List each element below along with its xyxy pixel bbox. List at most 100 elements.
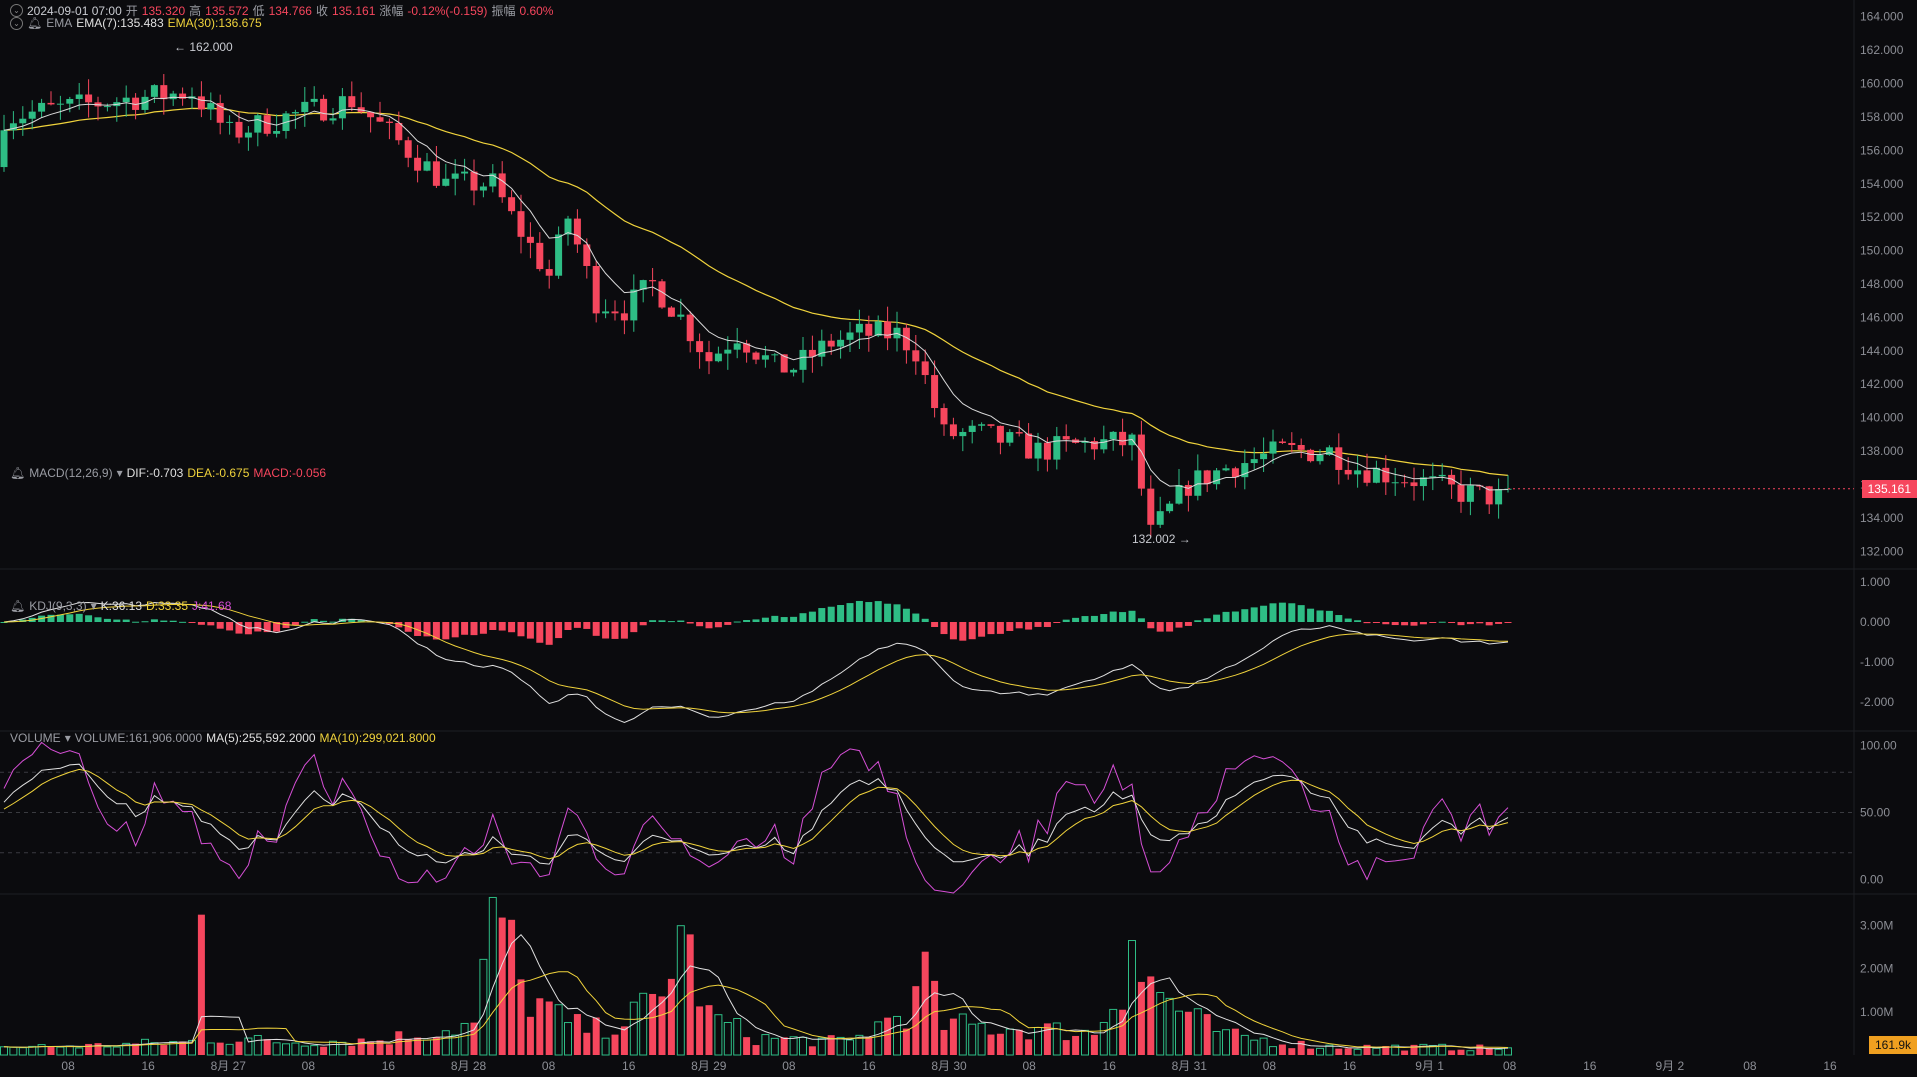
macd-histogram-bar bbox=[85, 615, 93, 622]
macd-histogram-bar bbox=[498, 622, 506, 631]
macd-histogram-bar bbox=[1166, 622, 1174, 632]
volume-bar bbox=[573, 1014, 581, 1055]
time-tick-label: 08 bbox=[302, 1059, 316, 1073]
macd-histogram-bar bbox=[1297, 605, 1305, 622]
candle-body bbox=[987, 424, 995, 426]
volume-bar bbox=[1494, 1048, 1503, 1056]
macd-histogram-bar bbox=[1175, 622, 1183, 628]
ema30-line bbox=[3, 107, 1509, 476]
bell-icon[interactable]: 🔔︎ bbox=[27, 16, 42, 30]
macd-histogram-bar bbox=[884, 603, 892, 622]
macd-histogram-bar bbox=[761, 617, 769, 622]
macd-histogram-bar bbox=[1476, 622, 1484, 624]
macd-histogram-bar bbox=[1184, 622, 1192, 626]
macd-histogram-bar bbox=[1081, 616, 1089, 622]
candle-body bbox=[837, 339, 845, 347]
volume-bar bbox=[931, 980, 939, 1055]
volume-bar bbox=[1504, 1047, 1512, 1056]
candle-body bbox=[649, 280, 657, 282]
macd-histogram-bar bbox=[1316, 610, 1324, 622]
volume-bar bbox=[28, 1045, 37, 1056]
volume-bar bbox=[320, 1046, 328, 1055]
macd-histogram-bar bbox=[94, 617, 102, 622]
volume-bar bbox=[1052, 1022, 1061, 1056]
kdj-indicator-name[interactable]: KDJ(9,3,3) bbox=[29, 599, 86, 613]
volume-bar bbox=[300, 1045, 309, 1056]
price-tick-label: 134.000 bbox=[1860, 511, 1904, 525]
macd-histogram-bar bbox=[667, 621, 675, 623]
price-tick-label: 132.000 bbox=[1860, 544, 1904, 558]
candle-body bbox=[1316, 454, 1324, 462]
volume-indicator-name[interactable]: VOLUME bbox=[10, 731, 61, 745]
candle-body bbox=[1269, 441, 1277, 454]
volume-bar bbox=[667, 978, 675, 1055]
volume-bar bbox=[1401, 1050, 1409, 1055]
bell-icon[interactable]: 🔔︎ bbox=[10, 599, 25, 613]
ema7-line bbox=[3, 96, 1509, 491]
volume-bar bbox=[1344, 1048, 1352, 1055]
volume-bar bbox=[56, 1046, 65, 1056]
macd-histogram-bar bbox=[545, 622, 553, 645]
macd-histogram-bar bbox=[517, 622, 525, 637]
ema30-line-group bbox=[3, 107, 1509, 476]
chart-canvas[interactable]: 164.000162.000160.000158.000156.000154.0… bbox=[0, 0, 1917, 1077]
macd-histogram-bar bbox=[141, 621, 149, 623]
macd-histogram-bar bbox=[1203, 618, 1211, 622]
candle-body bbox=[0, 130, 8, 168]
ema-indicator-name[interactable]: EMA bbox=[46, 16, 72, 30]
volume-bar bbox=[216, 1042, 224, 1055]
macd-histogram-bar bbox=[1363, 622, 1371, 624]
macd-histogram-bar bbox=[301, 621, 309, 623]
macd-histogram-bar bbox=[1072, 617, 1080, 622]
volume-bar bbox=[1175, 1010, 1183, 1056]
candle-body bbox=[1109, 431, 1117, 440]
macd-histogram-bar bbox=[752, 619, 760, 622]
time-tick-label: 08 bbox=[1503, 1059, 1517, 1073]
volume-bar bbox=[620, 1026, 628, 1055]
volume-bar bbox=[1203, 1014, 1211, 1055]
volume-bar bbox=[0, 1046, 8, 1056]
volume-bar bbox=[1193, 1008, 1202, 1056]
volume-bar bbox=[714, 1014, 723, 1056]
chevron-down-icon[interactable]: ▾ bbox=[91, 599, 97, 613]
volume-bar bbox=[912, 986, 920, 1055]
candle-body bbox=[451, 173, 459, 179]
time-tick-label: 08 bbox=[542, 1059, 556, 1073]
chevron-down-icon[interactable]: ▾ bbox=[65, 731, 71, 745]
macd-indicator-name[interactable]: MACD(12,26,9) bbox=[29, 466, 112, 480]
volume-bar bbox=[968, 1023, 977, 1056]
candle-body bbox=[696, 341, 704, 353]
macd-histogram-bar bbox=[1335, 615, 1343, 622]
kdj-tick-label: 50.00 bbox=[1860, 806, 1890, 820]
candle-body bbox=[19, 118, 27, 124]
chevron-down-icon[interactable]: ▾ bbox=[117, 466, 123, 480]
candle-body bbox=[1015, 432, 1023, 434]
candle-body bbox=[940, 408, 948, 425]
candle-body bbox=[338, 96, 346, 119]
macd-histogram-bar bbox=[1448, 622, 1456, 623]
change-label: 涨幅 bbox=[379, 4, 404, 18]
time-tick-label: 8月 31 bbox=[1172, 1059, 1208, 1073]
macd-histogram-bar bbox=[160, 620, 168, 622]
candle-body bbox=[75, 94, 83, 99]
macd-histogram-bar bbox=[320, 620, 328, 622]
candle-body bbox=[329, 118, 337, 121]
amplitude-value: 0.60% bbox=[519, 3, 554, 18]
bell-icon[interactable]: 🔔︎ bbox=[10, 466, 25, 480]
candle-body bbox=[508, 197, 516, 212]
volume-bar bbox=[488, 896, 497, 1056]
time-tick-label: 8月 27 bbox=[211, 1059, 247, 1073]
candle-body bbox=[1466, 485, 1474, 502]
macd-histogram-bar bbox=[1006, 622, 1014, 631]
candle-body bbox=[470, 171, 478, 191]
candle-body bbox=[1025, 433, 1033, 459]
macd-histogram-bar bbox=[855, 600, 863, 622]
candle-body bbox=[301, 101, 309, 113]
candle-body bbox=[498, 173, 506, 198]
volume-bar bbox=[47, 1046, 55, 1055]
low-marker: 132.002 → bbox=[1132, 532, 1191, 546]
collapse-icon[interactable]: ⌄ bbox=[10, 16, 23, 30]
macd-histogram-bar bbox=[226, 622, 234, 631]
time-tick-label: 9月 1 bbox=[1415, 1059, 1444, 1073]
volume-value: VOLUME:161,906.0000 bbox=[74, 731, 203, 745]
